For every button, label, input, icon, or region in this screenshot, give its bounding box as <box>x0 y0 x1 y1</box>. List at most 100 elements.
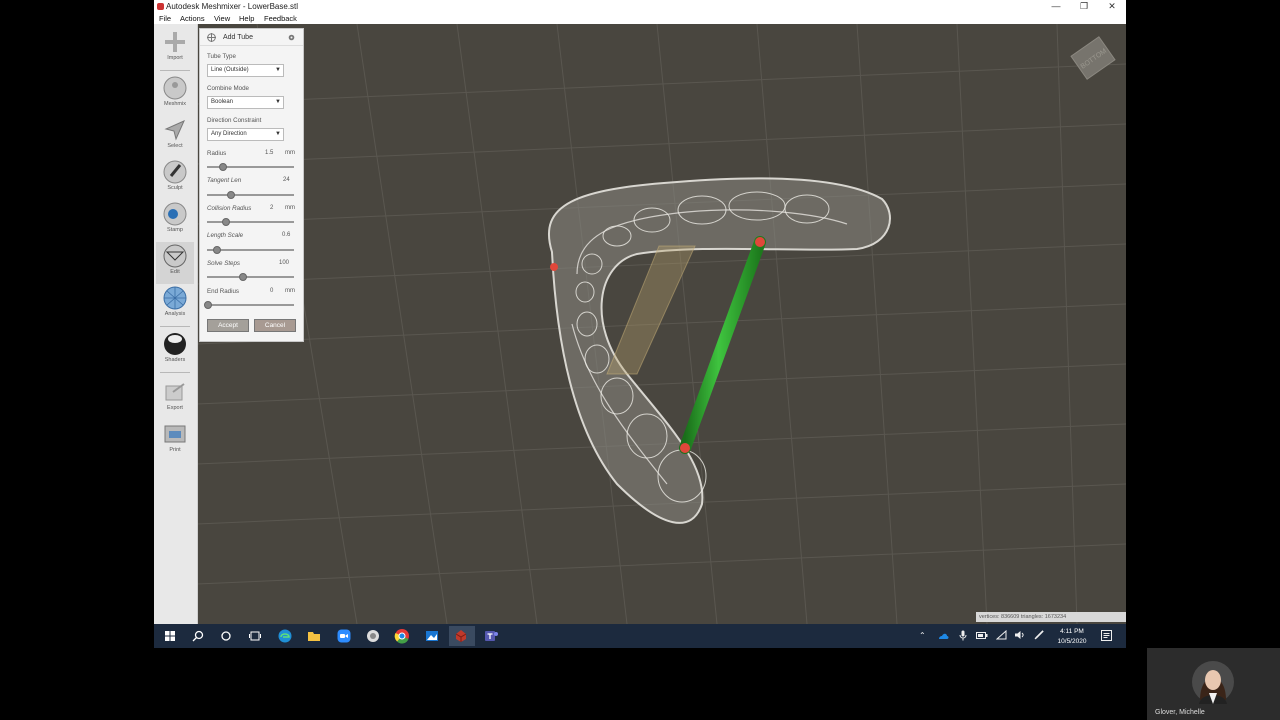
restore-button[interactable]: ❐ <box>1070 0 1098 13</box>
analysis-icon <box>163 286 187 310</box>
stamp-icon <box>163 202 187 226</box>
volume-icon[interactable] <box>1014 630 1026 640</box>
solve-steps-slider[interactable] <box>207 273 294 281</box>
combine-mode-value: Boolean <box>211 99 234 105</box>
3d-viewport[interactable]: BOTTOM <box>197 24 1126 624</box>
tool-stamp[interactable]: Stamp <box>156 202 194 240</box>
direction-constraint-select[interactable]: Any Direction ▼ <box>207 128 284 141</box>
tool-print[interactable]: Print <box>156 422 194 460</box>
edit-icon <box>163 244 187 268</box>
printer-icon <box>164 425 186 443</box>
direction-constraint-value: Any Direction <box>211 131 247 137</box>
collision-radius-unit: mm <box>285 205 295 211</box>
onedrive-icon[interactable] <box>938 631 949 641</box>
search-icon[interactable] <box>190 628 206 644</box>
solve-steps-value: 100 <box>279 260 290 266</box>
chevron-up-icon[interactable]: ⌃ <box>919 631 926 640</box>
tube-type-select[interactable]: Line (Outside) ▼ <box>207 64 284 77</box>
tool-sculpt[interactable]: Sculpt <box>156 160 194 198</box>
tube-type-label: Tube Type <box>207 53 236 60</box>
edge-icon[interactable] <box>277 628 293 644</box>
close-button[interactable]: ✕ <box>1098 0 1126 13</box>
tube-anchor-point[interactable] <box>550 263 558 271</box>
chrome-icon[interactable] <box>394 628 410 644</box>
panel-header: Add Tube <box>200 29 303 46</box>
zoom-icon[interactable] <box>336 628 352 644</box>
shader-sphere-icon <box>164 333 186 355</box>
collision-radius-slider[interactable] <box>207 218 294 226</box>
tool-label: Meshmix <box>163 101 186 107</box>
menu-actions[interactable]: Actions <box>180 14 205 23</box>
teams-icon[interactable] <box>483 628 499 644</box>
system-clock[interactable]: 4:11 PM 10/5/2020 <box>1047 627 1097 647</box>
combine-mode-select[interactable]: Boolean ▼ <box>207 96 284 109</box>
length-scale-label: Length Scale <box>207 232 244 239</box>
pen-icon[interactable] <box>1034 630 1044 640</box>
menu-help[interactable]: Help <box>239 14 254 23</box>
mesh-stats-text: vertices: 836609 triangles: 1673234 <box>979 614 1067 620</box>
direction-constraint-label: Direction Constraint <box>207 117 262 124</box>
solve-steps-slider-handle[interactable] <box>238 273 247 281</box>
app-icon[interactable] <box>365 628 381 644</box>
tool-label: Import <box>167 55 183 61</box>
file-explorer-icon[interactable] <box>306 628 322 644</box>
tool-import[interactable]: Import <box>156 30 194 68</box>
end-radius-slider-handle[interactable] <box>204 301 212 309</box>
tangent-len-label: Tangent Len <box>207 177 242 184</box>
tool-label: Shaders <box>164 357 186 363</box>
menu-feedback[interactable]: Feedback <box>264 14 297 23</box>
chevron-down-icon: ▼ <box>275 99 281 105</box>
notification-icon[interactable] <box>1101 630 1112 641</box>
tool-select[interactable]: Select <box>156 118 194 156</box>
gear-icon[interactable] <box>288 34 295 41</box>
start-icon[interactable] <box>162 628 178 644</box>
tool-label: Print <box>169 447 181 453</box>
radius-slider[interactable] <box>207 163 294 171</box>
battery-icon[interactable] <box>976 631 988 640</box>
length-scale-slider[interactable] <box>207 246 294 254</box>
end-radius-value: 0 <box>270 288 274 294</box>
tangent-len-slider-handle[interactable] <box>226 191 235 199</box>
wifi-icon[interactable] <box>996 630 1007 640</box>
brush-icon <box>163 160 187 184</box>
tool-label: Sculpt <box>167 185 183 191</box>
tool-meshmix[interactable]: Meshmix <box>156 76 194 114</box>
end-radius-unit: mm <box>285 288 295 294</box>
meshmix-icon <box>163 76 187 100</box>
meshmixer-icon[interactable] <box>453 628 469 644</box>
radius-slider-handle[interactable] <box>218 163 227 171</box>
cancel-button[interactable]: Cancel <box>254 319 296 332</box>
tool-export[interactable]: Export <box>156 380 194 418</box>
select-arrow-icon <box>164 120 185 141</box>
participant-name: Glover, Michelle <box>1155 709 1205 716</box>
title-bar: Autodesk Meshmixer - LowerBase.stl — ❐ ✕ <box>154 0 1126 13</box>
windows-taskbar: ⌃ 4:11 PM 10/5/2020 <box>154 624 1126 648</box>
collision-radius-slider-handle[interactable] <box>222 218 231 226</box>
end-radius-slider[interactable] <box>204 301 294 309</box>
tube-start-point[interactable] <box>755 237 765 247</box>
crosshair-icon <box>207 33 216 42</box>
tube-end-point[interactable] <box>680 443 690 453</box>
minimize-button[interactable]: — <box>1042 0 1070 13</box>
viewcube[interactable]: BOTTOM <box>1070 36 1116 80</box>
radius-unit: mm <box>285 150 295 156</box>
photos-icon[interactable] <box>424 628 440 644</box>
cortana-icon[interactable] <box>218 628 234 644</box>
scene-canvas[interactable]: BOTTOM <box>197 24 1126 624</box>
tool-edit[interactable]: Edit <box>156 242 194 284</box>
length-scale-slider-handle[interactable] <box>212 246 221 254</box>
menu-view[interactable]: View <box>214 14 230 23</box>
radius-label: Radius <box>207 150 227 157</box>
menu-file[interactable]: File <box>159 14 171 23</box>
tube-type-value: Line (Outside) <box>211 67 249 73</box>
tool-shaders[interactable]: Shaders <box>156 332 194 370</box>
task-view-icon[interactable] <box>247 628 263 644</box>
add-tube-panel: Add Tube Tube Type Line (Outside) ▼ Comb… <box>199 28 304 342</box>
accept-button[interactable]: Accept <box>207 319 249 332</box>
microphone-icon[interactable] <box>959 630 967 641</box>
tangent-len-slider[interactable] <box>207 191 294 199</box>
chevron-down-icon: ▼ <box>275 131 281 137</box>
tool-analysis[interactable]: Analysis <box>156 286 194 324</box>
tangent-len-value: 24 <box>283 177 290 183</box>
length-scale-value: 0.6 <box>282 232 291 238</box>
